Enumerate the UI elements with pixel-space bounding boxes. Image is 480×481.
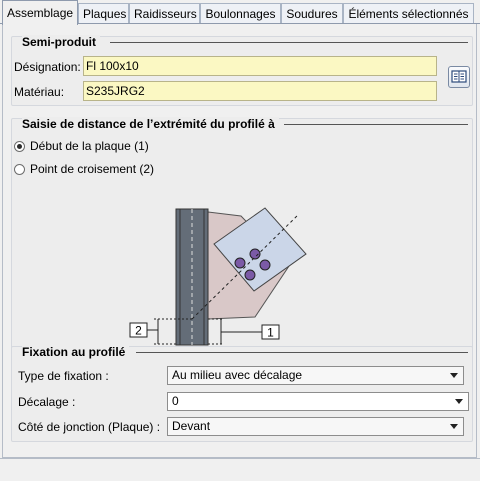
group-fixation: Fixation au profilé Type de fixation : A… bbox=[11, 345, 473, 442]
radio-label-croisement: Point de croisement (2) bbox=[30, 162, 155, 176]
decalage-input[interactable]: 0 bbox=[167, 392, 469, 411]
bottom-separator bbox=[0, 458, 480, 459]
cote-jonction-label: Côté de jonction (Plaque) : bbox=[18, 420, 161, 434]
radio-point-croisement[interactable]: Point de croisement (2) bbox=[14, 161, 154, 177]
dropdown-arrow-icon[interactable] bbox=[450, 424, 458, 429]
group-title-fixation: Fixation au profilé bbox=[22, 345, 130, 359]
materiau-field[interactable]: S235JRG2 bbox=[83, 81, 437, 101]
group-saisie-distance: Saisie de distance de l’extrémité du pro… bbox=[11, 117, 473, 358]
dropdown-arrow-icon[interactable] bbox=[450, 373, 458, 378]
radio-button-checked[interactable] bbox=[14, 141, 25, 152]
cote-jonction-select[interactable]: Devant bbox=[167, 417, 464, 436]
bolt-icon bbox=[259, 259, 271, 271]
cote-jonction-value: Devant bbox=[172, 419, 211, 433]
group-rule bbox=[136, 352, 468, 353]
bolt-icon bbox=[234, 257, 246, 269]
group-semi-produit: Semi-produit Désignation: Fl 100x10 Maté… bbox=[11, 35, 473, 106]
group-rule bbox=[284, 124, 468, 125]
tab-boulonnages[interactable]: Boulonnages bbox=[200, 3, 281, 23]
dimension-label-1: 1 bbox=[267, 326, 274, 340]
catalog-button[interactable] bbox=[448, 66, 470, 88]
bolt-icon bbox=[244, 269, 256, 281]
radio-button[interactable] bbox=[14, 164, 25, 175]
radio-label-debut: Début de la plaque (1) bbox=[30, 139, 149, 153]
type-fixation-select[interactable]: Au milieu avec décalage bbox=[167, 366, 464, 385]
tab-soudures[interactable]: Soudures bbox=[281, 3, 343, 23]
decalage-label: Décalage : bbox=[18, 395, 76, 409]
tab-bar: Assemblage Plaques Raidisseurs Boulonnag… bbox=[0, 0, 480, 26]
tab-raidisseurs[interactable]: Raidisseurs bbox=[129, 3, 200, 23]
designation-label: Désignation: bbox=[14, 60, 81, 74]
book-catalog-icon bbox=[451, 70, 467, 83]
connection-diagram: 2 1 bbox=[129, 207, 307, 346]
group-title-saisie: Saisie de distance de l’extrémité du pro… bbox=[22, 117, 279, 131]
tab-plaques[interactable]: Plaques bbox=[78, 3, 129, 23]
dimension-label-2: 2 bbox=[135, 324, 142, 338]
dropdown-arrow-icon[interactable] bbox=[455, 399, 463, 404]
group-rule bbox=[110, 42, 468, 43]
tab-panel-assemblage: Semi-produit Désignation: Fl 100x10 Maté… bbox=[2, 24, 477, 458]
group-title-semi-produit: Semi-produit bbox=[22, 35, 100, 49]
decalage-value: 0 bbox=[172, 394, 179, 408]
tab-elements-selectionnes[interactable]: Éléments sélectionnés bbox=[343, 3, 474, 23]
materiau-label: Matériau: bbox=[14, 85, 65, 99]
tab-assemblage[interactable]: Assemblage bbox=[2, 0, 78, 25]
type-fixation-label: Type de fixation : bbox=[18, 369, 109, 383]
type-fixation-value: Au milieu avec décalage bbox=[172, 368, 303, 382]
radio-debut-plaque[interactable]: Début de la plaque (1) bbox=[14, 138, 149, 154]
designation-field[interactable]: Fl 100x10 bbox=[83, 56, 437, 76]
